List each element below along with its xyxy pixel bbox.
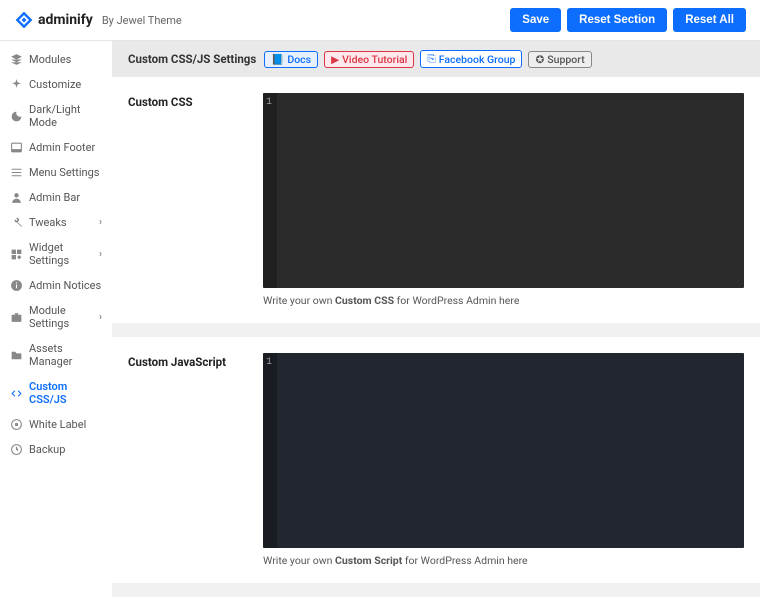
video-tutorial-link[interactable]: ▶Video Tutorial <box>324 51 414 68</box>
user-icon <box>10 191 23 204</box>
line-number: 1 <box>263 93 277 108</box>
custom-css-panel: Custom CSS 1 Write your own Custom CSS f… <box>112 77 760 323</box>
sidebar-item-dark-light[interactable]: Dark/Light Mode <box>0 97 112 135</box>
sidebar-item-label: Admin Notices <box>29 279 101 292</box>
book-icon: 📘 <box>271 53 284 66</box>
sidebar-item-label: Admin Footer <box>29 141 95 154</box>
footer-icon <box>10 141 23 154</box>
custom-css-editor[interactable]: 1 <box>263 93 744 288</box>
widget-icon <box>10 248 23 261</box>
layout: Modules Customize Dark/Light Mode Admin … <box>0 41 760 597</box>
line-number: 1 <box>263 353 277 368</box>
sidebar-item-label: Menu Settings <box>29 166 99 179</box>
reset-all-button[interactable]: Reset All <box>673 8 746 32</box>
support-link[interactable]: ✪Support <box>528 51 591 68</box>
sidebar-item-label: Admin Bar <box>29 191 80 204</box>
chevron-right-icon: › <box>99 249 102 260</box>
sidebar-item-label: Backup <box>29 443 65 456</box>
header: adminify By Jewel Theme Save Reset Secti… <box>0 0 760 41</box>
reset-section-button[interactable]: Reset Section <box>567 8 667 32</box>
sidebar-item-label: Tweaks <box>29 216 67 229</box>
clock-icon <box>10 443 23 456</box>
sidebar-item-label: Dark/Light Mode <box>29 103 102 129</box>
tools-icon <box>10 216 23 229</box>
sidebar-item-backup[interactable]: Backup <box>0 437 112 462</box>
sidebar-item-modules[interactable]: Modules <box>0 47 112 72</box>
sidebar-item-admin-footer[interactable]: Admin Footer <box>0 135 112 160</box>
sidebar: Modules Customize Dark/Light Mode Admin … <box>0 41 112 597</box>
section-title: Custom CSS/JS Settings <box>128 52 256 66</box>
sidebar-item-admin-bar[interactable]: Admin Bar <box>0 185 112 210</box>
info-icon <box>10 279 23 292</box>
sidebar-item-white-label[interactable]: White Label <box>0 412 112 437</box>
sparkle-icon <box>10 78 23 91</box>
play-icon: ▶ <box>331 53 339 66</box>
stack-icon <box>10 53 23 66</box>
chevron-right-icon: › <box>99 312 102 323</box>
sidebar-item-module-settings[interactable]: Module Settings › <box>0 298 112 336</box>
folder-icon <box>10 349 23 362</box>
facebook-icon: ⎘ <box>427 52 435 66</box>
sidebar-item-admin-notices[interactable]: Admin Notices <box>0 273 112 298</box>
moon-icon <box>10 110 23 123</box>
brand: adminify By Jewel Theme <box>14 10 182 30</box>
chevron-right-icon: › <box>99 217 102 228</box>
sidebar-item-label: White Label <box>29 418 86 431</box>
section-bar: Custom CSS/JS Settings 📘Docs ▶Video Tuto… <box>112 41 760 77</box>
sidebar-item-label: Custom CSS/JS <box>29 380 102 406</box>
target-icon <box>10 418 23 431</box>
briefcase-icon <box>10 311 23 324</box>
sidebar-item-menu-settings[interactable]: Menu Settings <box>0 160 112 185</box>
header-buttons: Save Reset Section Reset All <box>510 8 746 32</box>
sidebar-item-label: Customize <box>29 78 81 91</box>
sidebar-item-label: Module Settings <box>29 304 99 330</box>
brand-subtitle: By Jewel Theme <box>102 14 182 27</box>
sidebar-item-tweaks[interactable]: Tweaks › <box>0 210 112 235</box>
custom-css-label: Custom CSS <box>128 93 243 307</box>
editor-gutter: 1 <box>263 93 277 288</box>
brand-name: adminify <box>38 12 93 28</box>
custom-js-label: Custom JavaScript <box>128 353 243 567</box>
facebook-group-link[interactable]: ⎘Facebook Group <box>420 50 522 68</box>
sidebar-item-assets-manager[interactable]: Assets Manager <box>0 336 112 374</box>
lifebuoy-icon: ✪ <box>535 53 544 66</box>
sidebar-item-customize[interactable]: Customize <box>0 72 112 97</box>
editor-gutter: 1 <box>263 353 277 548</box>
main-content: Custom CSS/JS Settings 📘Docs ▶Video Tuto… <box>112 41 760 597</box>
sidebar-item-widget-settings[interactable]: Widget Settings › <box>0 235 112 273</box>
custom-css-help: Write your own Custom CSS for WordPress … <box>263 294 744 307</box>
sidebar-item-label: Widget Settings <box>29 241 99 267</box>
custom-js-editor[interactable]: 1 <box>263 353 744 548</box>
sidebar-item-custom-css-js[interactable]: Custom CSS/JS <box>0 374 112 412</box>
save-button[interactable]: Save <box>510 8 561 32</box>
sidebar-item-label: Modules <box>29 53 71 66</box>
sidebar-item-label: Assets Manager <box>29 342 102 368</box>
code-icon <box>10 387 23 400</box>
menu-icon <box>10 166 23 179</box>
logo-icon <box>14 10 34 30</box>
custom-js-panel: Custom JavaScript 1 Write your own Custo… <box>112 337 760 583</box>
docs-link[interactable]: 📘Docs <box>264 51 318 68</box>
